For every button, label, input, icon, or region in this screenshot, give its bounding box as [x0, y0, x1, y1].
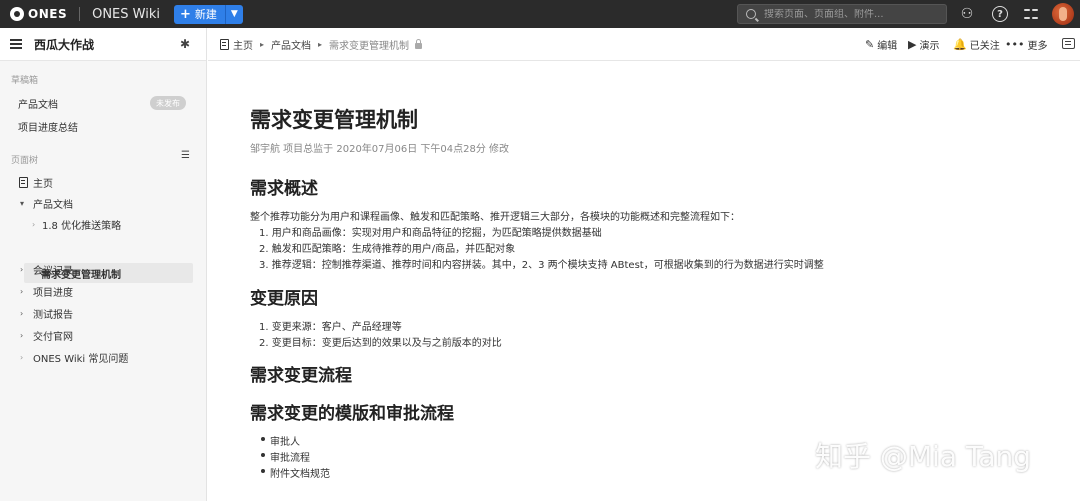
present-label: 演示	[919, 41, 940, 52]
watermark: 知乎 @Mia Tang	[815, 440, 1032, 473]
edit-button[interactable]: ✎ 编辑	[865, 28, 897, 61]
divider	[79, 7, 81, 21]
drafts-section-title: 草稿箱	[11, 76, 39, 86]
overview-intro: 整个推荐功能分为用户和课程画像、触发和匹配策略、推开逻辑三大部分，各模块的功能概…	[250, 212, 740, 223]
list-item: 1. 用户和商品画像：实现对用户和商品特征的挖掘，为匹配策略提供数据基础	[259, 228, 602, 239]
tree-item-label: 测试报告	[33, 309, 73, 321]
caret-right-icon[interactable]: ›	[20, 353, 30, 362]
list-item: 2. 触发和匹配策略：生成待推荐的用户/商品，并匹配对象	[259, 244, 516, 255]
chevron-down-icon: ▼	[230, 9, 238, 19]
search-box[interactable]	[737, 4, 947, 24]
new-button-group: + 新建 ▼	[173, 4, 243, 24]
tree-item-faq[interactable]: › ONES Wiki 常见问题	[0, 347, 206, 367]
tree-item-meetings[interactable]: › 会议记录	[0, 259, 206, 279]
bullet	[261, 469, 265, 473]
heading-reason: 变更原因	[250, 289, 318, 309]
draft-item-progress-summary[interactable]: 项目进度总结	[0, 116, 206, 136]
list-item: 2. 变更目标：变更后达到的效果以及与之前版本的对比	[259, 338, 502, 349]
ones-logo[interactable]: ONES	[10, 7, 67, 21]
tree-item-label: 1.8 优化推送策略	[42, 220, 122, 232]
breadcrumb-parent[interactable]: 产品文档	[271, 37, 311, 52]
page-tree-section-title: 页面树	[11, 156, 39, 166]
pencil-icon: ✎	[865, 38, 875, 51]
draft-item-product-docs[interactable]: 产品文档 未发布	[0, 93, 206, 113]
caret-right-icon[interactable]: ›	[32, 220, 42, 229]
heading-flow: 需求变更流程	[250, 366, 352, 386]
tree-item-label: 交付官网	[33, 331, 73, 343]
more-label: 更多	[1027, 41, 1048, 52]
tree-item-product-docs[interactable]: ▾ 产品文档	[0, 193, 206, 213]
help-icon[interactable]: ?	[992, 6, 1008, 22]
list-item: 1. 变更来源：客户、产品经理等	[259, 322, 402, 333]
plus-icon: +	[179, 6, 191, 22]
caret-right-icon[interactable]: ›	[20, 265, 30, 274]
tree-item-test-reports[interactable]: › 测试报告	[0, 303, 206, 323]
search-input[interactable]	[764, 8, 934, 20]
breadcrumb: 主页 ▸ 产品文档 ▸ 需求变更管理机制 ✎ 编辑 ▶ 演示 🔔 已关注 •••…	[208, 28, 1080, 61]
caret-right-icon[interactable]: ›	[20, 287, 30, 296]
more-dots-icon: •••	[1005, 38, 1025, 51]
page-title: 需求变更管理机制	[250, 108, 418, 132]
tree-item-label: 产品文档	[33, 199, 73, 211]
follow-button[interactable]: 🔔 已关注	[953, 28, 1000, 61]
document-icon	[220, 38, 229, 50]
sort-icon[interactable]: ☰	[181, 150, 193, 161]
play-icon: ▶	[908, 38, 917, 51]
edit-label: 编辑	[877, 41, 898, 52]
chevron-right-icon: ▸	[260, 39, 265, 49]
caret-down-icon[interactable]: ▾	[20, 199, 30, 208]
more-button[interactable]: ••• 更多	[1005, 28, 1047, 61]
draft-item-label: 项目进度总结	[18, 122, 78, 134]
unpublished-badge: 未发布	[150, 96, 186, 110]
space-name[interactable]: 西瓜大作战	[34, 36, 94, 53]
tree-item-label: ONES Wiki 常见问题	[33, 353, 129, 365]
tree-item-delivery[interactable]: › 交付官网	[0, 325, 206, 345]
chevron-right-icon: ▸	[318, 39, 323, 49]
breadcrumb-home[interactable]: 主页	[233, 37, 253, 52]
present-button[interactable]: ▶ 演示	[908, 28, 939, 61]
list-item: 审批流程	[270, 453, 310, 464]
list-item: 审批人	[270, 437, 300, 448]
bell-icon: 🔔	[953, 38, 967, 51]
comment-icon[interactable]	[1062, 38, 1075, 49]
lock-icon	[415, 39, 423, 49]
add-member-icon[interactable]: ⚇	[959, 6, 975, 22]
new-dropdown-button[interactable]: ▼	[224, 4, 243, 24]
list-item: 附件文档规范	[270, 469, 330, 480]
tree-item-home[interactable]: 主页	[0, 172, 206, 192]
follow-label: 已关注	[969, 41, 1000, 52]
new-button[interactable]: + 新建	[173, 4, 225, 24]
menu-icon[interactable]	[10, 39, 22, 49]
tree-item-label: 主页	[33, 178, 53, 190]
breadcrumb-current: 需求变更管理机制	[329, 40, 410, 52]
search-icon	[746, 9, 756, 19]
tree-item-progress[interactable]: › 项目进度	[0, 281, 206, 301]
tree-item-push-strategy[interactable]: › 1.8 优化推送策略	[0, 214, 206, 234]
tree-item-label: 项目进度	[33, 287, 73, 299]
apps-grid-icon[interactable]	[1024, 7, 1038, 21]
list-item: 3. 推荐逻辑：控制推荐渠道、推荐时间和内容拼装。其中，2、3 两个模块支持 A…	[259, 260, 824, 271]
bullet	[261, 437, 265, 441]
caret-right-icon[interactable]: ›	[20, 309, 30, 318]
bullet	[261, 453, 265, 457]
draft-item-label: 产品文档	[18, 99, 58, 111]
sidebar-header: 西瓜大作战 ✱	[0, 28, 206, 61]
sidebar: 西瓜大作战 ✱ 草稿箱 产品文档 未发布 项目进度总结 页面树 ☰ 主页 ▾ 产…	[0, 28, 207, 501]
brand-name: ONES	[28, 7, 68, 21]
gear-icon[interactable]: ✱	[180, 38, 192, 50]
new-button-label: 新建	[194, 8, 217, 21]
app-title: ONES Wiki	[92, 6, 160, 22]
page-meta: 邹宇航 项目总监于 2020年07月06日 下午04点28分 修改	[250, 144, 510, 155]
heading-template: 需求变更的模版和审批流程	[250, 404, 454, 424]
avatar[interactable]	[1052, 3, 1074, 25]
ones-logo-icon	[10, 7, 24, 21]
document-icon	[19, 176, 28, 188]
heading-overview: 需求概述	[250, 179, 318, 199]
tree-item-label: 会议记录	[33, 265, 73, 277]
caret-right-icon[interactable]: ›	[20, 331, 30, 340]
